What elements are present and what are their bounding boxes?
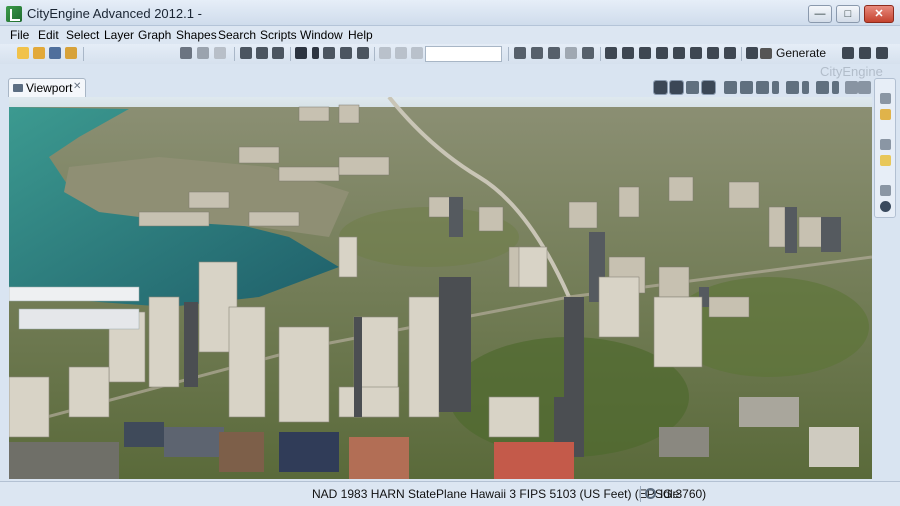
street-tool-icon[interactable] <box>582 47 594 59</box>
frame-selection-icon[interactable] <box>740 81 753 94</box>
scale-icon[interactable] <box>272 47 284 59</box>
inspector-icon[interactable] <box>880 109 891 120</box>
copy-icon[interactable] <box>197 47 209 59</box>
tab-close-icon[interactable]: ✕ <box>73 81 81 92</box>
menu-window[interactable]: Window <box>300 28 343 42</box>
rotate-icon[interactable] <box>256 47 268 59</box>
open-folder-icon[interactable] <box>33 47 45 59</box>
restore-view-icon[interactable] <box>880 93 891 104</box>
wand-icon[interactable] <box>65 47 77 59</box>
tab-viewport-label: Viewport <box>26 81 73 95</box>
restore-view-icon[interactable] <box>880 139 891 150</box>
side-panel <box>874 78 896 218</box>
cube-icon[interactable] <box>622 47 634 59</box>
star-icon[interactable] <box>816 81 829 94</box>
cubes-icon[interactable] <box>673 47 685 59</box>
street-tool-icon[interactable] <box>514 47 526 59</box>
status-separator <box>640 486 641 502</box>
minimize-panel-icon[interactable] <box>845 81 858 94</box>
frame-icon[interactable] <box>340 47 352 59</box>
navigator-icon[interactable] <box>880 155 891 166</box>
menu-layer[interactable]: Layer <box>104 28 134 42</box>
toolbar-separator <box>741 47 742 61</box>
toolbar-separator <box>374 47 375 61</box>
close-button[interactable]: ✕ <box>864 5 894 23</box>
select-cursor-icon[interactable] <box>295 47 307 59</box>
preferences-icon[interactable] <box>876 47 888 59</box>
cut-icon[interactable] <box>180 47 192 59</box>
export-icon[interactable] <box>859 47 871 59</box>
menu-shapes[interactable]: Shapes <box>176 28 217 42</box>
chevron-down-icon[interactable] <box>312 47 319 59</box>
window-title: CityEngine Advanced 2012.1 - <box>27 6 202 21</box>
menu-help[interactable]: Help <box>348 28 373 42</box>
disabled-tool-icon[interactable] <box>379 47 391 59</box>
model-icon[interactable] <box>746 47 758 59</box>
layers-icon[interactable] <box>756 81 769 94</box>
status-bar: NAD 1983 HARN StatePlane Hawaii 3 FIPS 5… <box>0 481 900 506</box>
menu-select[interactable]: Select <box>66 28 99 42</box>
new-file-icon[interactable] <box>17 47 29 59</box>
close-icon: ✕ <box>874 8 884 20</box>
search-input[interactable] <box>425 46 502 62</box>
chevron-down-icon[interactable] <box>802 81 809 94</box>
cityengine-app-icon <box>6 6 22 22</box>
menu-file[interactable]: File <box>10 28 29 42</box>
cube-icon[interactable] <box>605 47 617 59</box>
restore-view-icon[interactable] <box>880 185 891 196</box>
cubes-icon[interactable] <box>656 47 668 59</box>
maximize-button[interactable]: □ <box>836 5 860 23</box>
street-tool-icon[interactable] <box>565 47 577 59</box>
main-toolbar: Generate <box>0 44 900 64</box>
viewport-icon <box>13 84 23 92</box>
paste-icon[interactable] <box>214 47 226 59</box>
cubes-icon[interactable] <box>707 47 719 59</box>
generate-button[interactable]: Generate <box>760 46 826 62</box>
shading-toggle-icon[interactable] <box>669 80 684 95</box>
bookmark-icon[interactable] <box>686 81 699 94</box>
save-icon[interactable] <box>49 47 61 59</box>
texture-toggle-icon[interactable] <box>701 80 716 95</box>
viewport-toolbar <box>652 80 871 96</box>
generate-label: Generate <box>776 46 827 60</box>
disabled-tool-icon[interactable] <box>395 47 407 59</box>
chevron-down-icon[interactable] <box>772 81 779 94</box>
cubes-icon[interactable] <box>639 47 651 59</box>
info-icon[interactable] <box>880 201 891 212</box>
toolbar-separator <box>83 47 84 61</box>
zoom-icon[interactable] <box>357 47 369 59</box>
street-tool-icon[interactable] <box>531 47 543 59</box>
menu-bar: File Edit Select Layer Graph Shapes Sear… <box>0 26 900 44</box>
menu-edit[interactable]: Edit <box>38 28 59 42</box>
title-bar: CityEngine Advanced 2012.1 - — □ ✕ <box>0 0 900 26</box>
3d-viewport[interactable] <box>9 97 872 479</box>
progress-icon <box>645 488 656 499</box>
cityengine-brand-logo: CityEngine <box>820 64 883 79</box>
minimize-icon: — <box>814 8 826 20</box>
maximize-panel-icon[interactable] <box>858 81 871 94</box>
menu-search[interactable]: Search <box>218 28 256 42</box>
tab-viewport[interactable]: Viewport ✕ <box>8 78 86 97</box>
polygon-street-icon[interactable] <box>323 47 335 59</box>
minimize-button[interactable]: — <box>808 5 832 23</box>
menu-graph[interactable]: Graph <box>138 28 171 42</box>
wireframe-toggle-icon[interactable] <box>653 80 668 95</box>
toolbar-separator <box>290 47 291 61</box>
maximize-icon: □ <box>844 8 852 20</box>
cubes-icon[interactable] <box>690 47 702 59</box>
cubes-icon[interactable] <box>724 47 736 59</box>
menu-scripts[interactable]: Scripts <box>260 28 297 42</box>
camera-icon[interactable] <box>724 81 737 94</box>
chevron-down-icon[interactable] <box>832 81 839 94</box>
cleanup-icon[interactable] <box>842 47 854 59</box>
toolbar-separator <box>600 47 601 61</box>
status-state: Idle <box>660 487 680 501</box>
gear-icon[interactable] <box>786 81 799 94</box>
city-scene <box>9 97 872 479</box>
move-icon[interactable] <box>240 47 252 59</box>
toolbar-separator <box>508 47 509 61</box>
disabled-tool-icon[interactable] <box>411 47 423 59</box>
street-tool-icon[interactable] <box>548 47 560 59</box>
toolbar-separator <box>234 47 235 61</box>
